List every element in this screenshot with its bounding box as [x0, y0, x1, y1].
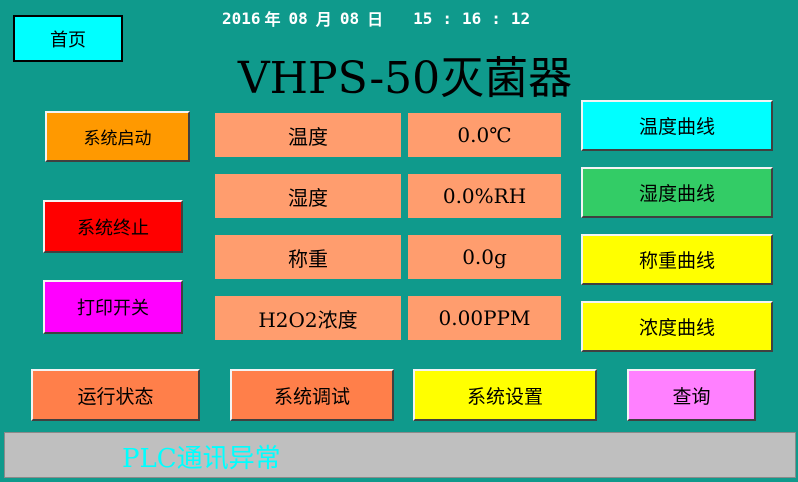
run-status-label: 运行状态	[77, 385, 154, 408]
weight-curve-label: 称重曲线	[638, 250, 715, 272]
system-settings-button[interactable]: 系统设置	[413, 369, 597, 421]
time-sep-1: :	[442, 8, 453, 28]
humidity-value-cell: 0.0%RH	[408, 174, 561, 218]
system-stop-label: 系统终止	[77, 217, 149, 239]
time-minute: 16	[462, 8, 482, 28]
date-month: 08	[288, 8, 308, 28]
h2o2-label: H2O2浓度	[258, 307, 358, 332]
weight-value: 0.0g	[462, 245, 507, 269]
date-day: 08	[339, 8, 360, 28]
weight-curve-button[interactable]: 称重曲线	[581, 234, 773, 285]
query-button[interactable]: 查询	[627, 369, 756, 421]
date-month-unit: 月	[315, 10, 332, 29]
page-title: VHPS-50灭菌器	[237, 53, 573, 104]
system-debug-label: 系统调试	[273, 385, 350, 408]
time-sep-2: :	[491, 8, 501, 28]
weight-value-cell: 0.0g	[408, 235, 561, 279]
date-year: 2016	[222, 8, 261, 28]
system-start-label: 系统启动	[83, 129, 152, 149]
weight-label: 称重	[288, 246, 328, 271]
home-button-label: 首页	[50, 29, 86, 51]
system-start-button[interactable]: 系统启动	[45, 111, 190, 162]
humidity-curve-button[interactable]: 湿度曲线	[581, 167, 773, 218]
system-settings-label: 系统设置	[466, 385, 543, 408]
humidity-label-cell: 湿度	[215, 174, 401, 218]
humidity-value: 0.0%RH	[442, 184, 527, 208]
h2o2-value: 0.00PPM	[438, 306, 531, 330]
concentration-curve-label: 浓度曲线	[638, 317, 715, 339]
temperature-value: 0.0℃	[457, 123, 512, 147]
datetime-display: 2016 年 08 月 08 日 15 : 16 : 12	[222, 6, 582, 30]
time-hour: 15	[413, 8, 433, 28]
weight-label-cell: 称重	[215, 235, 401, 279]
system-stop-button[interactable]: 系统终止	[43, 200, 183, 253]
h2o2-label-cell: H2O2浓度	[215, 296, 401, 340]
concentration-curve-button[interactable]: 浓度曲线	[581, 301, 773, 352]
time-second: 12	[510, 8, 531, 28]
temperature-value-cell: 0.0℃	[408, 113, 561, 157]
date-year-unit: 年	[264, 10, 281, 29]
humidity-curve-label: 湿度曲线	[638, 183, 715, 205]
date-day-unit: 日	[367, 10, 384, 29]
home-button[interactable]: 首页	[13, 15, 123, 62]
query-label: 查询	[672, 385, 711, 408]
print-toggle-label: 打印开关	[77, 298, 149, 319]
plc-status-message: PLC通讯异常	[122, 443, 281, 474]
print-toggle-button[interactable]: 打印开关	[43, 280, 183, 334]
temperature-curve-button[interactable]: 温度曲线	[581, 100, 773, 151]
temperature-label: 温度	[288, 124, 328, 149]
temperature-curve-label: 温度曲线	[638, 116, 715, 138]
humidity-label: 湿度	[288, 185, 328, 210]
temperature-label-cell: 温度	[215, 113, 401, 157]
h2o2-value-cell: 0.00PPM	[408, 296, 561, 340]
run-status-button[interactable]: 运行状态	[31, 369, 200, 421]
system-debug-button[interactable]: 系统调试	[230, 369, 394, 421]
